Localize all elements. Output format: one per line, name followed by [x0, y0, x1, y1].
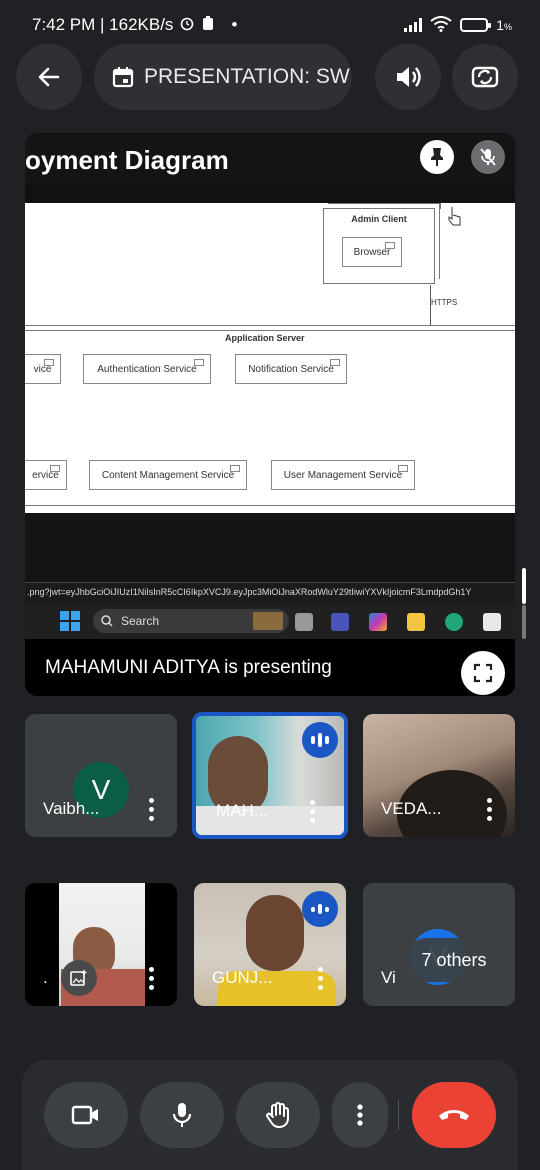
participant-tile[interactable]: V Vi 7 others [363, 883, 515, 1006]
calendar-icon [112, 67, 134, 88]
alarm-icon [179, 15, 195, 36]
battery-level: 1% [496, 17, 512, 33]
taskbar-search-label: Search [121, 614, 160, 628]
scrollbar-track [522, 605, 526, 639]
cursor-icon [448, 207, 461, 226]
status-bar: 7:42 PM | 162KB/s • 1% [0, 0, 540, 50]
switch-camera-icon [471, 66, 499, 88]
more-options-icon[interactable] [149, 967, 155, 990]
copilot-icon [369, 613, 387, 631]
speaker-icon [397, 67, 421, 87]
service-box: vice [25, 354, 61, 384]
participant-tile[interactable]: VEDA... [363, 714, 515, 837]
more-options-icon[interactable] [318, 967, 324, 990]
participant-name: . [43, 968, 48, 987]
presentation-view[interactable]: oyment Diagram Admin Client Browser HTTP… [25, 133, 515, 696]
signal-icon [404, 18, 423, 32]
others-chip[interactable]: 7 others [405, 938, 503, 982]
file-explorer-icon [407, 613, 425, 631]
participant-name: VEDA... [381, 799, 442, 818]
slide-title: oyment Diagram [25, 145, 229, 175]
teams-icon [331, 613, 349, 631]
speaking-indicator-icon [302, 891, 338, 927]
switch-camera-button[interactable] [452, 44, 518, 110]
presenter-muted-indicator [471, 140, 505, 174]
participant-name: Vaibh... [43, 799, 100, 818]
presenter-banner: MAHAMUNI ADITYA is presenting [25, 639, 515, 696]
status-time: 7:42 PM | 162KB/s [32, 15, 174, 34]
wifi-icon [430, 15, 452, 35]
microphone-icon [172, 1103, 192, 1127]
search-icon [101, 615, 113, 627]
end-call-icon [439, 1110, 469, 1120]
speaking-indicator-icon [302, 722, 338, 758]
shared-url: .png?jwt=eyJhbGciOiJIUzI1NiIsInR5cCI6Ikp… [25, 583, 515, 603]
camera-toggle-button[interactable] [44, 1082, 128, 1148]
server-bottom-border [25, 505, 515, 506]
more-options-icon[interactable] [487, 798, 493, 821]
slide-footer [25, 513, 515, 583]
more-vertical-icon [357, 1104, 363, 1126]
store-icon [483, 613, 501, 631]
presenter-text: MAHAMUNI ADITYA is presenting [45, 656, 332, 678]
mic-off-icon [480, 148, 496, 166]
service-box: Content Management Service [89, 460, 247, 490]
more-options-icon[interactable] [149, 798, 155, 821]
raise-hand-button[interactable] [236, 1082, 320, 1148]
top-bar: PRESENTATION: SW [0, 44, 540, 114]
fullscreen-icon [473, 663, 493, 683]
windows-start-icon [60, 611, 80, 631]
taskbar-search: Search [93, 609, 289, 633]
speaker-button[interactable] [375, 44, 441, 110]
admin-client-label: Admin Client [351, 214, 407, 224]
browser-node: Browser [342, 237, 402, 267]
end-call-button[interactable] [412, 1082, 496, 1148]
service-box: ervice [25, 460, 67, 490]
call-controls [22, 1060, 518, 1170]
deployment-diagram: Admin Client Browser HTTPS Application S… [25, 203, 515, 513]
service-box: Authentication Service [83, 354, 211, 384]
battery-icon [460, 18, 492, 32]
participant-tile[interactable]: GUNJ... [194, 883, 346, 1006]
participant-name: MAH... [216, 801, 268, 820]
service-box: Notification Service [235, 354, 347, 384]
pin-icon [431, 148, 443, 166]
app-server-label: Application Server [225, 333, 305, 343]
task-view-icon [295, 613, 313, 631]
pin-button[interactable] [420, 140, 454, 174]
image-edit-icon [70, 970, 87, 986]
arrow-left-icon [38, 67, 60, 87]
add-effect-button[interactable] [61, 960, 97, 996]
participant-tile-active[interactable]: MAH... [192, 712, 348, 839]
participant-name: Vi [381, 968, 396, 987]
video-camera-icon [71, 1105, 98, 1125]
mic-toggle-button[interactable] [140, 1082, 224, 1148]
clipboard-icon [201, 15, 215, 36]
server-top-border [25, 325, 515, 326]
participant-tile[interactable]: . [25, 883, 177, 1006]
raise-hand-icon [266, 1102, 289, 1128]
server-inner-border [25, 330, 515, 331]
scrollbar-thumb[interactable] [522, 568, 526, 604]
back-button[interactable] [16, 44, 82, 110]
slide-header: oyment Diagram [25, 133, 515, 185]
meeting-title-button[interactable]: PRESENTATION: SW [94, 44, 352, 110]
search-highlight-icon [253, 612, 283, 630]
service-box: User Management Service [271, 460, 415, 490]
admin-client-node: Admin Client Browser [323, 203, 441, 284]
fullscreen-button[interactable] [461, 651, 505, 695]
participant-tile[interactable]: V Vaibh... [25, 714, 177, 837]
https-label: HTTPS [431, 298, 458, 307]
meeting-title: PRESENTATION: SW [144, 65, 350, 88]
windows-taskbar: Search [25, 603, 515, 639]
video-person [246, 895, 304, 971]
more-options-button[interactable] [332, 1082, 388, 1148]
controls-divider [398, 1100, 399, 1130]
status-dot: • [231, 15, 238, 34]
more-options-icon[interactable] [310, 800, 316, 823]
participant-name: GUNJ... [212, 968, 273, 987]
edge-icon [445, 613, 463, 631]
